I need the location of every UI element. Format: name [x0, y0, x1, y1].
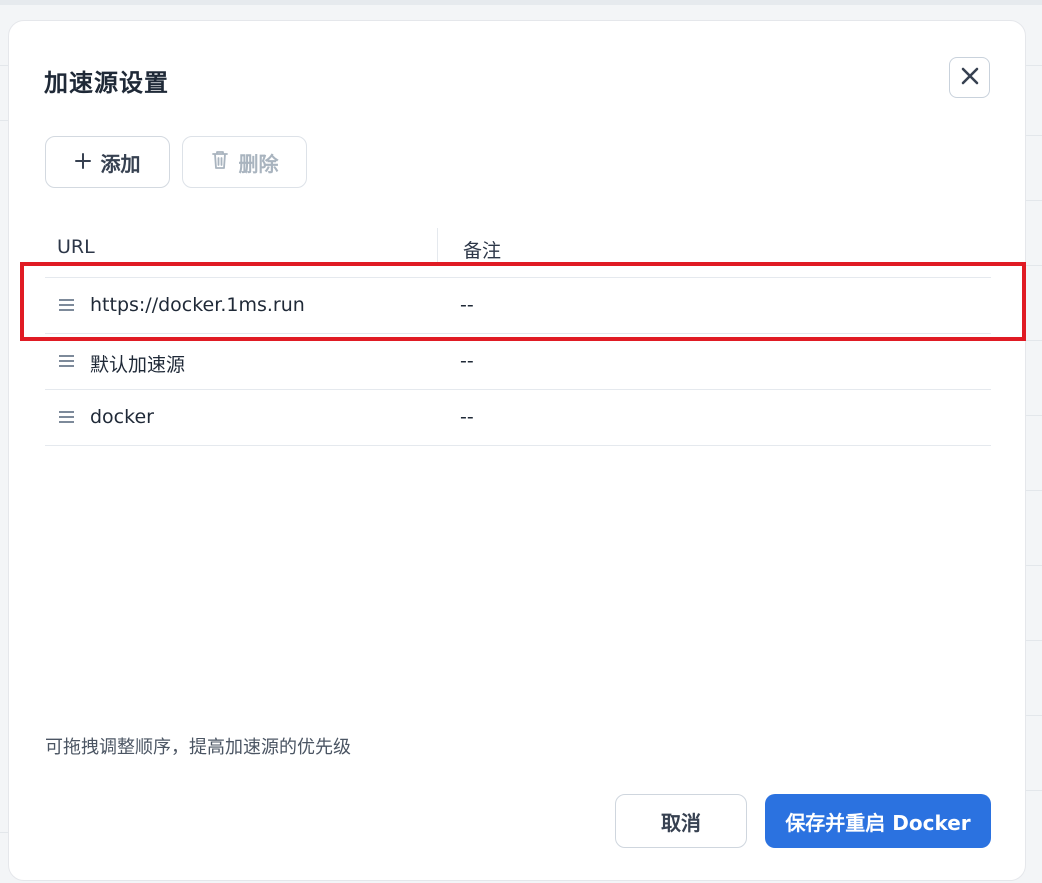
trash-icon: [211, 150, 229, 175]
delete-button[interactable]: 删除: [182, 136, 307, 188]
delete-button-label: 删除: [238, 151, 279, 176]
plus-icon: [74, 150, 91, 174]
accelerator-settings-dialog: 加速源设置 添加 删除 URL 备注 https://docker.1ms.ru…: [8, 20, 1026, 881]
row-note: --: [460, 350, 474, 372]
column-header-note: 备注: [463, 240, 502, 262]
table-row[interactable]: 默认加速源 --: [45, 334, 991, 390]
row-url: docker: [90, 406, 154, 428]
drag-handle-icon[interactable]: [58, 353, 75, 372]
row-note: --: [460, 294, 474, 316]
add-button-label: 添加: [100, 151, 141, 176]
cancel-button[interactable]: 取消: [615, 794, 747, 848]
background-left-edge: [0, 20, 8, 883]
drag-handle-icon[interactable]: [58, 409, 75, 428]
save-and-restart-button[interactable]: 保存并重启 Docker: [765, 794, 991, 848]
close-button[interactable]: [949, 57, 990, 98]
row-url: https://docker.1ms.run: [90, 294, 305, 316]
row-url: 默认加速源: [90, 354, 186, 376]
row-note: --: [460, 406, 474, 428]
dialog-title: 加速源设置: [44, 69, 169, 97]
background-top-bar: [0, 0, 1042, 5]
reorder-hint: 可拖拽调整顺序，提高加速源的优先级: [45, 737, 351, 758]
column-header-url: URL: [57, 236, 95, 258]
table-row[interactable]: docker --: [45, 390, 991, 446]
add-button[interactable]: 添加: [45, 136, 170, 188]
close-icon: [961, 67, 979, 89]
column-divider: [437, 228, 438, 262]
background-right-edge: [1026, 20, 1042, 883]
drag-handle-icon[interactable]: [58, 297, 75, 316]
table-row[interactable]: https://docker.1ms.run --: [45, 278, 991, 334]
table-header: URL 备注: [45, 226, 991, 276]
